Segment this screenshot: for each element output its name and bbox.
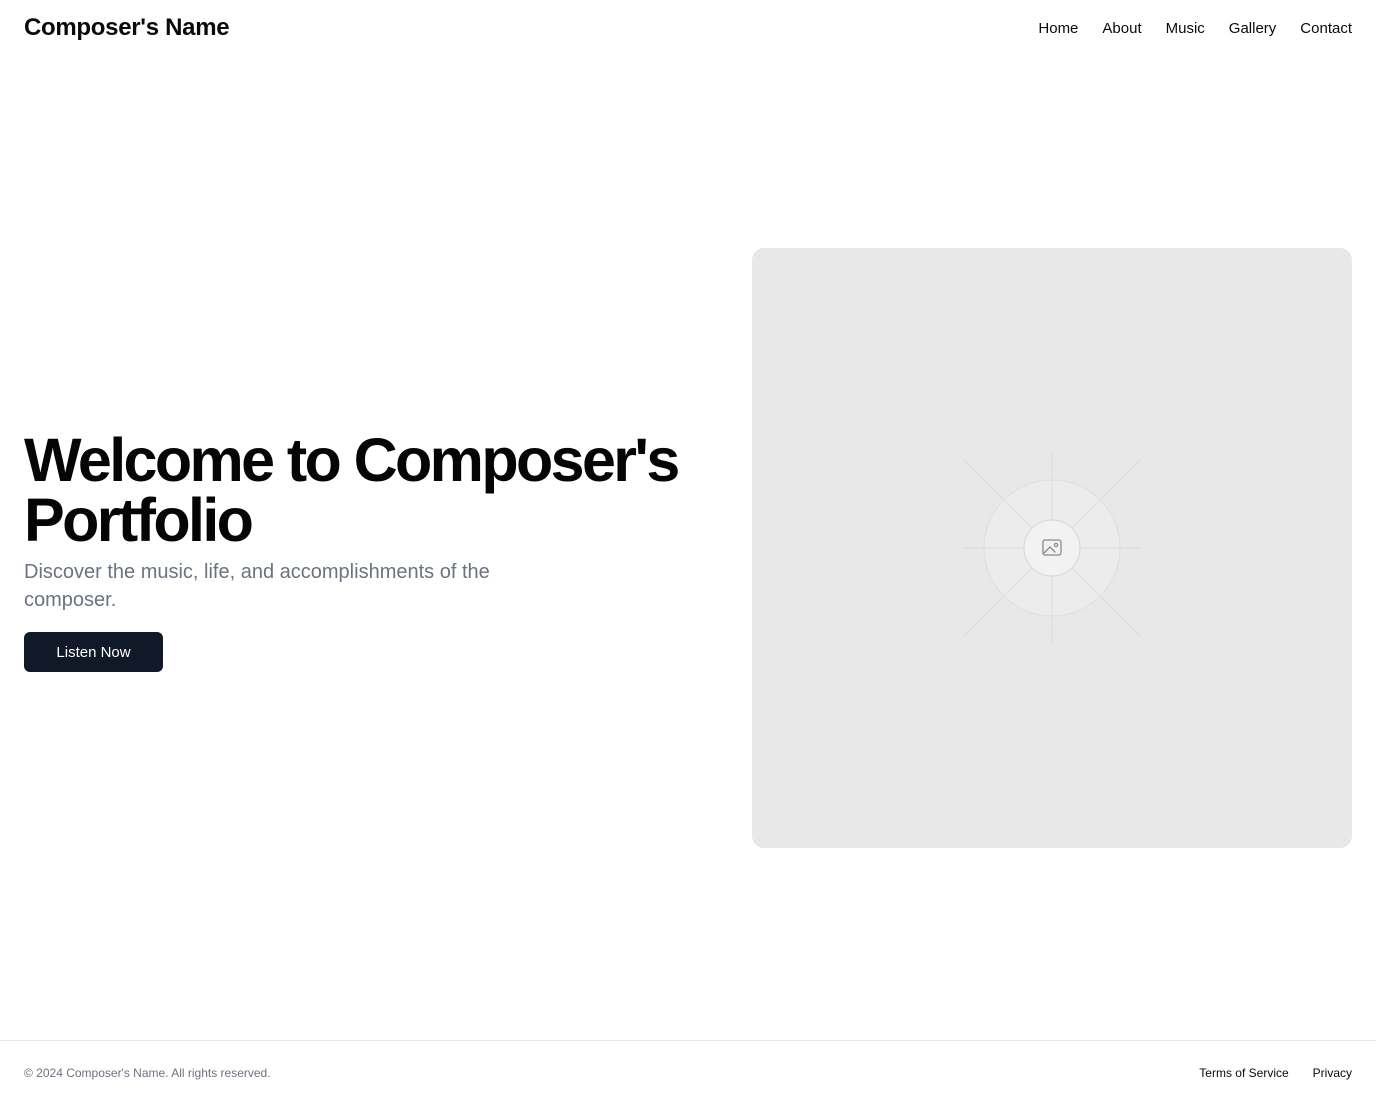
nav-link-contact[interactable]: Contact	[1300, 20, 1352, 37]
page: Composer's Name Home About Music Gallery…	[0, 0, 1376, 1105]
main-nav: Home About Music Gallery Contact	[1038, 20, 1352, 37]
footer-links: Terms of Service Privacy	[1199, 1066, 1352, 1080]
hero-title: Welcome to Composer's Portfolio	[24, 426, 680, 554]
hero-section: Welcome to Composer's Portfolio Discover…	[24, 430, 724, 672]
nav-link-gallery[interactable]: Gallery	[1229, 20, 1277, 37]
placeholder-graphic	[962, 454, 1142, 642]
hero-subtitle: Discover the music, life, and accomplish…	[24, 561, 490, 611]
listen-now-button[interactable]: Listen Now	[24, 632, 163, 672]
hero-image-placeholder	[752, 248, 1352, 848]
nav-link-home[interactable]: Home	[1038, 20, 1078, 37]
terms-of-service-link[interactable]: Terms of Service	[1199, 1066, 1288, 1080]
brand-logo-link[interactable]: Composer's Name	[24, 14, 230, 42]
site-header: Composer's Name Home About Music Gallery…	[0, 0, 1376, 56]
nav-link-about[interactable]: About	[1102, 20, 1141, 37]
nav-link-music[interactable]: Music	[1166, 20, 1205, 37]
site-footer: © 2024 Composer's Name. All rights reser…	[0, 1040, 1376, 1105]
copyright-text: © 2024 Composer's Name. All rights reser…	[24, 1066, 271, 1080]
privacy-link[interactable]: Privacy	[1313, 1066, 1352, 1080]
